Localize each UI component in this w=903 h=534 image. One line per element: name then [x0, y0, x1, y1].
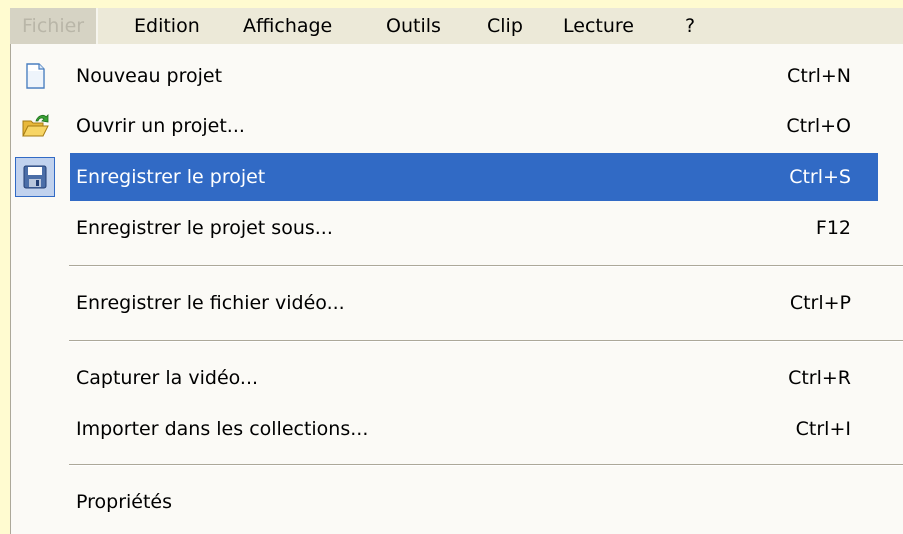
menu-item-label: Propriétés [76, 491, 173, 513]
menu-help[interactable]: ? [673, 8, 707, 44]
menu-item-ouvrir-projet[interactable]: Ouvrir un projet... Ctrl+O [11, 102, 903, 150]
menu-item-enregistrer-fichier-video[interactable]: Enregistrer le fichier vidéo... Ctrl+P [11, 279, 903, 327]
menu-lecture[interactable]: Lecture [551, 8, 646, 44]
menu-item-label: Capturer la vidéo... [76, 367, 259, 389]
menu-separator [69, 340, 903, 342]
menu-item-shortcut: Ctrl+R [788, 367, 851, 389]
menu-item-shortcut: F12 [815, 217, 851, 239]
menu-item-label: Importer dans les collections... [76, 418, 369, 440]
menu-edition[interactable]: Edition [122, 8, 212, 44]
file-menu-dropdown: Nouveau projet Ctrl+N Ouvrir un projet..… [10, 44, 903, 534]
menu-item-label: Nouveau projet [76, 65, 223, 87]
menu-item-capturer-video[interactable]: Capturer la vidéo... Ctrl+R [11, 354, 903, 402]
menu-item-enregistrer-sous[interactable]: Enregistrer le projet sous... F12 [11, 204, 903, 252]
new-document-icon [26, 63, 45, 89]
menu-item-shortcut: Ctrl+N [787, 65, 851, 87]
menu-fichier[interactable]: Fichier [10, 8, 99, 44]
menu-outils[interactable]: Outils [374, 8, 453, 44]
menu-item-nouveau-projet[interactable]: Nouveau projet Ctrl+N [11, 52, 903, 100]
menu-item-label: Enregistrer le projet sous... [76, 217, 333, 239]
menu-item-importer-collections[interactable]: Importer dans les collections... Ctrl+I [11, 405, 903, 453]
menu-separator [69, 265, 903, 267]
menu-affichage[interactable]: Affichage [231, 8, 344, 44]
menu-item-shortcut: Ctrl+P [789, 292, 851, 314]
menu-item-shortcut: Ctrl+I [795, 418, 851, 440]
menu-item-highlight [70, 478, 878, 526]
menu-item-label: Enregistrer le fichier vidéo... [76, 292, 345, 314]
menu-item-shortcut: Ctrl+O [786, 115, 851, 137]
menu-item-label: Enregistrer le projet [76, 166, 266, 188]
menu-item-shortcut: Ctrl+S [789, 166, 851, 188]
open-folder-icon [22, 114, 49, 137]
menu-item-label: Ouvrir un projet... [76, 115, 245, 137]
floppy-disk-icon [23, 165, 47, 189]
menu-clip[interactable]: Clip [475, 8, 535, 44]
menu-separator [69, 464, 903, 466]
menu-bar: Fichier Edition Affichage Outils Clip Le… [10, 8, 903, 44]
menu-item-proprietes[interactable]: Propriétés [11, 478, 903, 526]
menu-item-enregistrer-projet[interactable]: Enregistrer le projet Ctrl+S [11, 153, 903, 201]
